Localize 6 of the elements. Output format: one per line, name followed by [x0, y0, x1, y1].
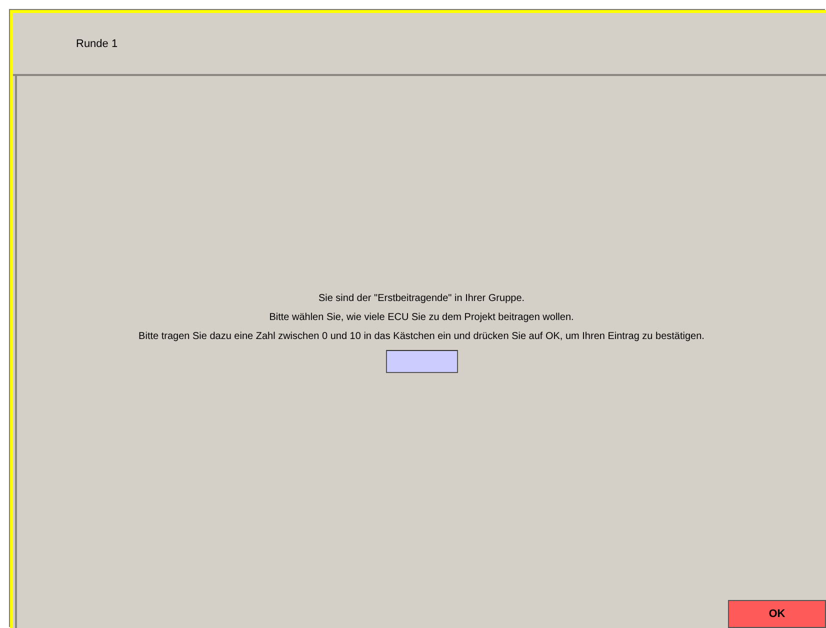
round-title: Runde 1 [76, 38, 118, 50]
instruction-text: Bitte tragen Sie dazu eine Zahl zwischen 0 und 10 in das Kästchen ein und drücken Sie auf OK, um Ihren Eintrag zu bestätigen. [138, 331, 704, 342]
instruction-text: Bitte wählen Sie, wie viele ECU Sie zu dem Projekt beitragen wollen. [269, 312, 574, 323]
input-field[interactable] [386, 350, 458, 373]
ok-button[interactable]: OK [728, 600, 826, 628]
instruction-text: Sie sind der "Erstbeitragende" in Ihrer Gruppe. [318, 293, 525, 304]
